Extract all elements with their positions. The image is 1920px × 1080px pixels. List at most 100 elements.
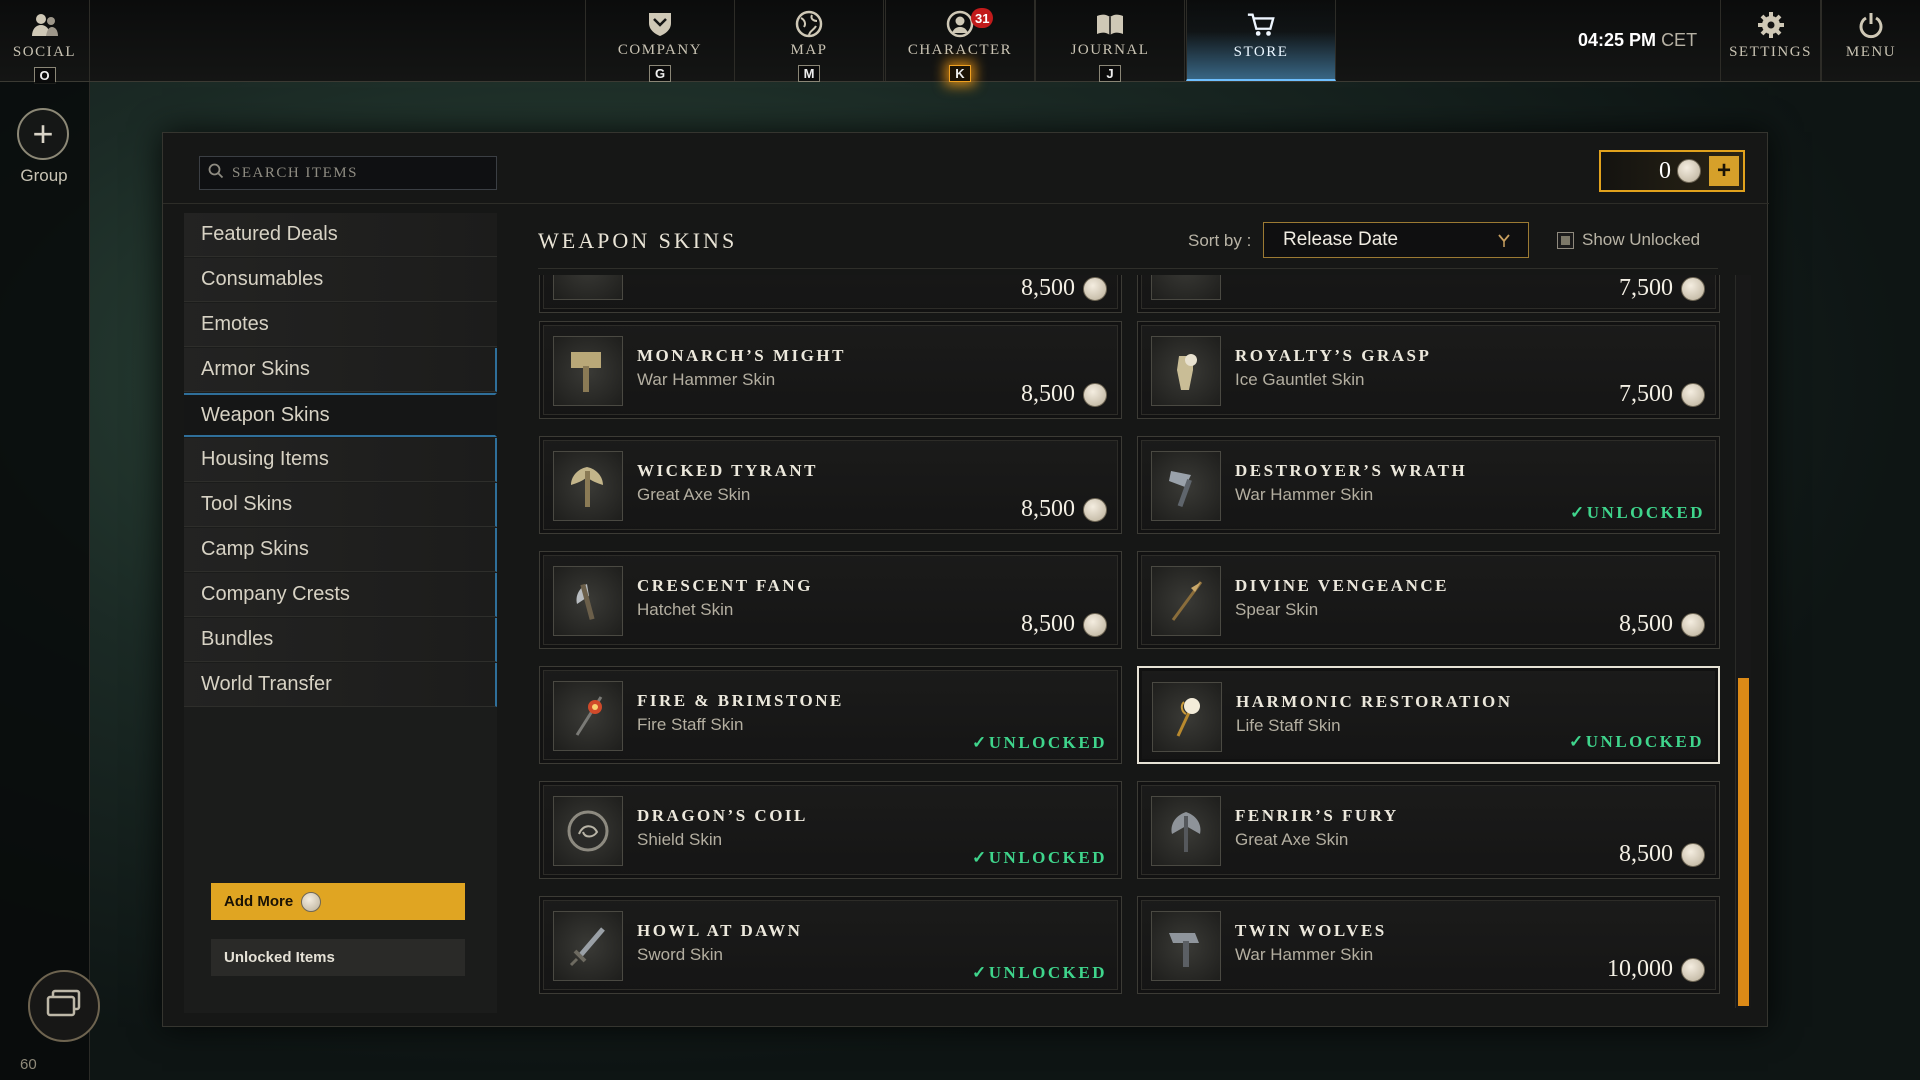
show-unlocked-checkbox[interactable]: Show Unlocked [1557, 230, 1700, 250]
journal-label: JOURNAL [1070, 42, 1150, 58]
item-card-fire-and-brimstone[interactable]: FIRE & BRIMSTONE Fire Staff Skin ✓UNLOCK… [539, 666, 1122, 764]
item-card-crescent-fang[interactable]: CRESCENT FANG Hatchet Skin 8,500 [539, 551, 1122, 649]
price-value: 8,500 [1021, 381, 1075, 407]
item-card-howl-at-dawn[interactable]: HOWL AT DAWN Sword Skin ✓UNLOCKED [539, 896, 1122, 994]
coin-icon [1681, 276, 1705, 301]
sort-value: Release Date [1283, 229, 1399, 250]
category-housing-items[interactable]: Housing Items [184, 438, 497, 482]
checkmark-icon: ✓ [972, 733, 989, 752]
unlocked-items-button[interactable]: Unlocked Items [211, 939, 465, 976]
great-axe-icon [1151, 796, 1221, 866]
character-button[interactable]: 31 CHARACTER K [885, 0, 1035, 82]
player-level: 60 [20, 1056, 37, 1073]
item-card-royaltys-grasp[interactable]: ROYALTY’S GRASP Ice Gauntlet Skin 7,500 [1137, 321, 1720, 419]
add-currency-button[interactable]: + [1709, 156, 1739, 186]
coin-icon [1681, 612, 1705, 637]
item-name: DIVINE VENGEANCE [1235, 576, 1449, 595]
category-label: Emotes [201, 313, 269, 335]
book-icon [1095, 10, 1125, 38]
company-shield-icon [645, 10, 675, 38]
store-tab[interactable]: STORE [1186, 0, 1336, 81]
category-label: Armor Skins [201, 358, 310, 380]
globe-icon [794, 10, 824, 38]
item-card-monarchs-might[interactable]: MONARCH’S MIGHT War Hammer Skin 8,500 [539, 321, 1122, 419]
item-type: War Hammer Skin [637, 370, 776, 389]
checkbox[interactable] [1557, 231, 1574, 249]
item-card-fenrirs-fury[interactable]: FENRIR’S FURY Great Axe Skin 8,500 [1137, 781, 1720, 879]
item-name: ROYALTY’S GRASP [1235, 346, 1432, 365]
category-label: Housing Items [201, 448, 329, 470]
category-armor-skins[interactable]: Armor Skins [184, 348, 497, 392]
item-name: HARMONIC RESTORATION [1236, 692, 1513, 711]
category-camp-skins[interactable]: Camp Skins [184, 528, 497, 572]
item-type: Life Staff Skin [1236, 716, 1341, 735]
item-type: Spear Skin [1235, 600, 1319, 619]
item-grid: 8,500 7,500 MONARCH’S MIGHT War Hammer S… [538, 275, 1748, 1013]
company-hotkey: G [649, 65, 671, 82]
checkmark-icon: ✓ [1570, 503, 1587, 522]
item-card-divine-vengeance[interactable]: DIVINE VENGEANCE Spear Skin 8,500 [1137, 551, 1720, 649]
left-rail [0, 82, 90, 1080]
category-tool-skins[interactable]: Tool Skins [184, 483, 497, 527]
item-price: 8,500 [1021, 381, 1107, 408]
map-button[interactable]: MAP M [734, 0, 884, 82]
scrollbar-thumb[interactable] [1738, 678, 1749, 1006]
journal-button[interactable]: JOURNAL J [1035, 0, 1185, 82]
settings-button[interactable]: SETTINGS [1720, 0, 1821, 81]
add-group-button[interactable]: + [17, 108, 69, 160]
menu-button[interactable]: MENU [1821, 0, 1920, 81]
item-type: War Hammer Skin [1235, 945, 1374, 964]
category-consumables[interactable]: Consumables [184, 258, 497, 302]
item-price: 8,500 [1619, 611, 1705, 638]
item-card-wicked-tyrant[interactable]: WICKED TYRANT Great Axe Skin 8,500 [539, 436, 1122, 534]
item-price: 8,500 [1021, 611, 1107, 638]
sword-icon [553, 911, 623, 981]
price-value: 8,500 [1021, 611, 1075, 637]
map-hotkey: M [798, 65, 820, 82]
item-name: MONARCH’S MIGHT [637, 346, 846, 365]
item-type: Hatchet Skin [637, 600, 734, 619]
unlocked-text: UNLOCKED [1585, 732, 1704, 751]
item-name: FIRE & BRIMSTONE [637, 691, 844, 710]
category-label: World Transfer [201, 673, 332, 695]
fire-staff-icon [553, 681, 623, 751]
item-card-partial[interactable]: 7,500 [1137, 275, 1720, 313]
unlocked-text: UNLOCKED [988, 963, 1107, 982]
checkmark-icon: ✓ [1569, 732, 1586, 751]
item-price: 10,000 [1607, 956, 1705, 983]
category-featured-deals[interactable]: Featured Deals [184, 213, 497, 257]
category-company-crests[interactable]: Company Crests [184, 573, 497, 617]
war-hammer-icon [1151, 451, 1221, 521]
category-emotes[interactable]: Emotes [184, 303, 497, 347]
add-more-button[interactable]: Add More [211, 883, 465, 920]
gear-icon [1756, 10, 1786, 40]
chat-button[interactable] [28, 970, 100, 1042]
category-weapon-skins[interactable]: Weapon Skins [184, 393, 497, 437]
item-card-harmonic-restoration[interactable]: HARMONIC RESTORATION Life Staff Skin ✓UN… [1137, 666, 1720, 764]
item-card-partial[interactable]: 8,500 [539, 275, 1122, 313]
item-card-destroyers-wrath[interactable]: DESTROYER’S WRATH War Hammer Skin ✓UNLOC… [1137, 436, 1720, 534]
coin-icon [301, 891, 322, 912]
sort-dropdown[interactable]: Release Date [1263, 222, 1529, 258]
unlocked-text: UNLOCKED [1586, 503, 1705, 522]
great-axe-icon [553, 451, 623, 521]
item-card-dragons-coil[interactable]: DRAGON’S COIL Shield Skin ✓UNLOCKED [539, 781, 1122, 879]
category-world-transfer[interactable]: World Transfer [184, 663, 497, 707]
search-items-input[interactable]: SEARCH ITEMS [199, 156, 497, 190]
category-bundles[interactable]: Bundles [184, 618, 497, 662]
section-title: WEAPON SKINS [538, 228, 738, 253]
company-button[interactable]: COMPANY G [585, 0, 735, 82]
clock-timezone: CET [1661, 30, 1698, 50]
item-type: Sword Skin [637, 945, 723, 964]
social-button[interactable]: SOCIAL O [0, 0, 90, 84]
category-label: Camp Skins [201, 538, 309, 560]
item-name: DRAGON’S COIL [637, 806, 808, 825]
power-icon [1856, 10, 1886, 40]
unlocked-status: ✓UNLOCKED [972, 733, 1107, 753]
item-type: Shield Skin [637, 830, 723, 849]
menu-label: MENU [1845, 44, 1897, 60]
item-card-twin-wolves[interactable]: TWIN WOLVES War Hammer Skin 10,000 [1137, 896, 1720, 994]
item-type: Great Axe Skin [1235, 830, 1349, 849]
chat-icon [45, 989, 83, 1024]
category-list: Featured Deals Consumables Emotes Armor … [184, 213, 497, 708]
